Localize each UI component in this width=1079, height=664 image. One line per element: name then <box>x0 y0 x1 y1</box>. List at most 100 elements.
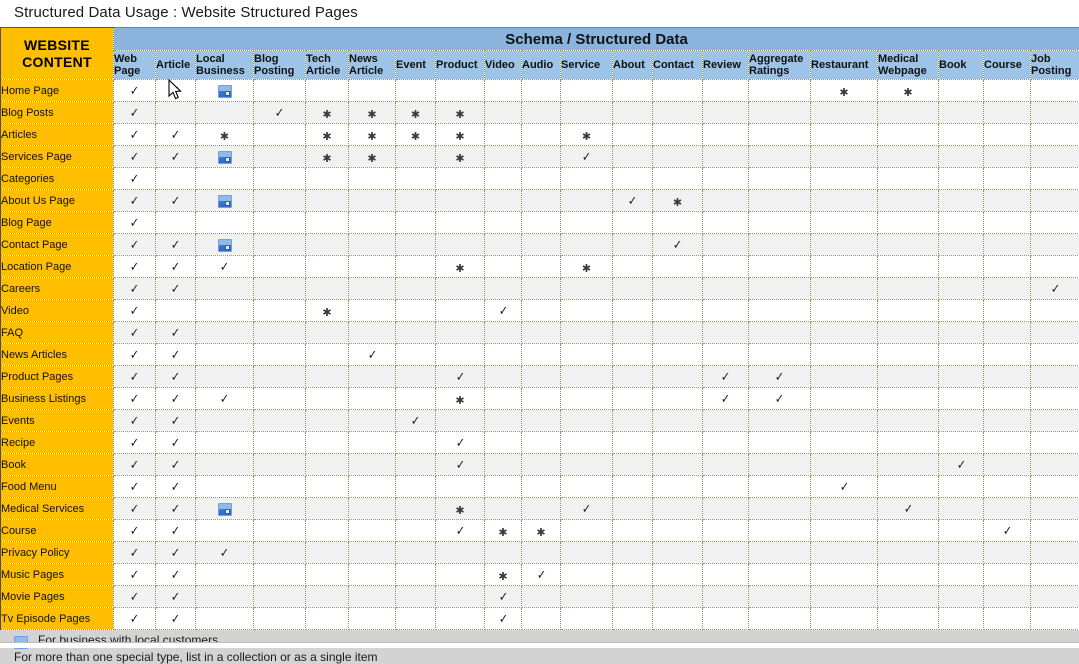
cell-empty <box>306 454 349 476</box>
cell-star: ✱ <box>349 102 396 124</box>
cell-empty <box>984 256 1031 278</box>
cell-empty <box>653 410 703 432</box>
row-label-video[interactable]: Video <box>1 300 114 322</box>
cell-empty <box>703 80 749 102</box>
row-label-articles[interactable]: Articles <box>1 124 114 146</box>
google-my-business-icon <box>218 239 232 252</box>
cell-empty <box>196 520 254 542</box>
check-icon: ✓ <box>721 393 730 406</box>
row-label-careers[interactable]: Careers <box>1 278 114 300</box>
star-icon: ✱ <box>839 88 848 99</box>
cell-star: ✱ <box>436 146 485 168</box>
cell-check: ✓ <box>156 256 196 278</box>
cell-empty <box>306 190 349 212</box>
cell-empty <box>522 256 561 278</box>
cell-empty <box>613 520 653 542</box>
cell-empty <box>306 344 349 366</box>
table-row: Tv Episode Pages✓✓✓ <box>1 608 1079 630</box>
cell-empty <box>1031 80 1079 102</box>
cell-empty <box>254 454 306 476</box>
row-label-recipe[interactable]: Recipe <box>1 432 114 454</box>
cell-empty <box>396 300 436 322</box>
cell-empty <box>306 542 349 564</box>
row-label-events[interactable]: Events <box>1 410 114 432</box>
table-row: Book✓✓✓✓ <box>1 454 1079 476</box>
cell-empty <box>306 476 349 498</box>
cell-empty <box>349 212 396 234</box>
cell-empty <box>254 542 306 564</box>
row-label-faq[interactable]: FAQ <box>1 322 114 344</box>
table-row: Blog Posts✓✓✱✱✱✱ <box>1 102 1079 124</box>
cell-empty <box>939 476 984 498</box>
cell-empty <box>613 476 653 498</box>
cell-empty <box>396 520 436 542</box>
cell-empty <box>703 212 749 234</box>
legend-row-2: For more than one special type, list in … <box>0 650 1079 664</box>
check-icon: ✓ <box>171 437 180 450</box>
cell-empty <box>653 608 703 630</box>
row-label-services-page[interactable]: Services Page <box>1 146 114 168</box>
cell-empty <box>306 366 349 388</box>
row-label-course[interactable]: Course <box>1 520 114 542</box>
cell-empty <box>436 190 485 212</box>
bottom-strip <box>0 642 1079 648</box>
cell-empty <box>485 366 522 388</box>
cell-empty <box>984 432 1031 454</box>
cell-empty <box>522 190 561 212</box>
row-label-contact-page[interactable]: Contact Page <box>1 234 114 256</box>
cell-star: ✱ <box>485 520 522 542</box>
cell-empty <box>703 454 749 476</box>
cell-empty <box>878 432 939 454</box>
check-icon: ✓ <box>130 217 139 230</box>
cell-empty <box>1031 542 1079 564</box>
row-label-location-page[interactable]: Location Page <box>1 256 114 278</box>
row-label-categories[interactable]: Categories <box>1 168 114 190</box>
cell-empty <box>561 388 613 410</box>
cell-empty <box>436 322 485 344</box>
table-row: Articles✓✓✱✱✱✱✱✱ <box>1 124 1079 146</box>
star-icon: ✱ <box>455 264 464 275</box>
row-label-privacy-policy[interactable]: Privacy Policy <box>1 542 114 564</box>
cell-empty <box>939 278 984 300</box>
check-icon: ✓ <box>130 283 139 296</box>
cell-empty <box>396 454 436 476</box>
cell-empty <box>811 124 878 146</box>
row-label-tv-episode-pages[interactable]: Tv Episode Pages <box>1 608 114 630</box>
row-label-product-pages[interactable]: Product Pages <box>1 366 114 388</box>
row-label-music-pages[interactable]: Music Pages <box>1 564 114 586</box>
cell-empty <box>984 212 1031 234</box>
row-label-food-menu[interactable]: Food Menu <box>1 476 114 498</box>
cell-empty <box>939 564 984 586</box>
cell-check: ✓ <box>156 564 196 586</box>
cell-empty <box>939 344 984 366</box>
check-icon: ✓ <box>628 195 637 208</box>
cell-empty <box>156 102 196 124</box>
row-label-medical-services[interactable]: Medical Services <box>1 498 114 520</box>
row-label-movie-pages[interactable]: Movie Pages <box>1 586 114 608</box>
cell-empty <box>878 366 939 388</box>
cell-empty <box>561 454 613 476</box>
cell-empty <box>485 542 522 564</box>
check-icon: ✓ <box>130 349 139 362</box>
cell-local-business <box>196 146 254 168</box>
check-icon: ✓ <box>130 547 139 560</box>
cell-empty <box>196 278 254 300</box>
row-label-about-us-page[interactable]: About Us Page <box>1 190 114 212</box>
column-header-web-page: Web Page <box>114 51 156 80</box>
cell-empty <box>878 102 939 124</box>
row-label-business-listings[interactable]: Business Listings <box>1 388 114 410</box>
row-label-news-articles[interactable]: News Articles <box>1 344 114 366</box>
cell-empty <box>561 234 613 256</box>
cell-empty <box>156 212 196 234</box>
row-label-book[interactable]: Book <box>1 454 114 476</box>
check-icon: ✓ <box>455 371 464 384</box>
cell-empty <box>653 102 703 124</box>
row-label-home-page[interactable]: Home Page <box>1 80 114 102</box>
cell-empty <box>1031 564 1079 586</box>
row-label-blog-page[interactable]: Blog Page <box>1 212 114 234</box>
column-header-aggregate-ratings: Aggregate Ratings <box>749 51 811 80</box>
cell-empty <box>349 542 396 564</box>
row-label-blog-posts[interactable]: Blog Posts <box>1 102 114 124</box>
cell-empty <box>749 520 811 542</box>
cell-empty <box>396 388 436 410</box>
